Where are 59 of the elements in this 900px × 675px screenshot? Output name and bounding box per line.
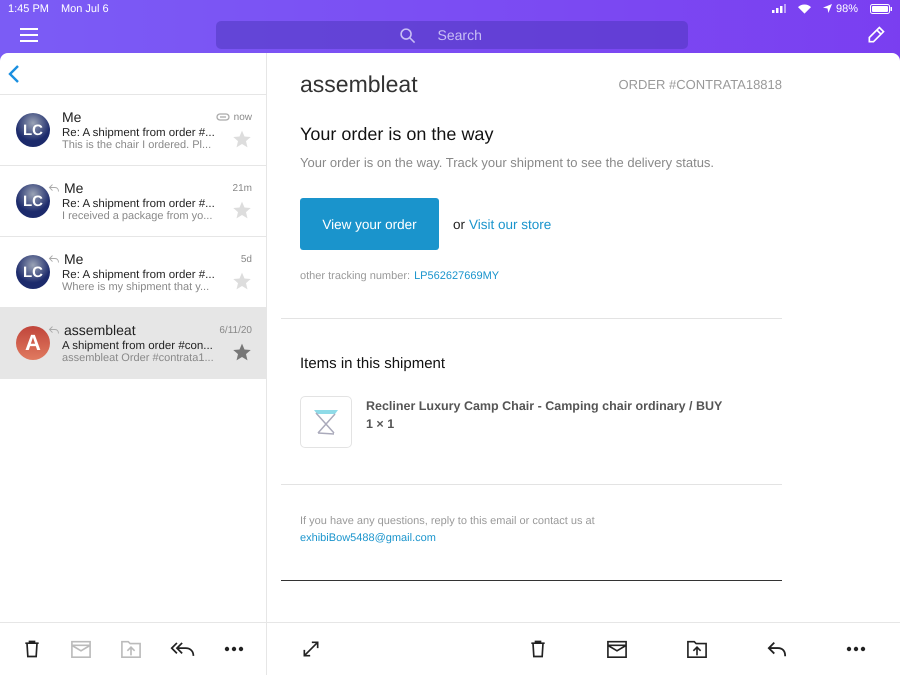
- star-icon[interactable]: [232, 342, 252, 362]
- signal-icon: [772, 4, 786, 13]
- battery-percent: 98%: [836, 2, 858, 14]
- footer-text: If you have any questions, reply to this email or contact us at: [300, 515, 596, 527]
- message-row[interactable]: A assembleat 6/11/20 A shipment from order #con... assembleat Order #contrata1...: [0, 308, 266, 379]
- order-number: ORDER #CONTRATA18818: [618, 77, 782, 92]
- expand-icon: [301, 639, 321, 659]
- message-subject: Re: A shipment from order #...: [62, 198, 216, 210]
- sender-name: Me: [64, 251, 84, 267]
- or-text: or: [453, 216, 466, 232]
- avatar: LC: [16, 113, 50, 147]
- message-preview: assembleat Order #contrata1...: [62, 352, 215, 364]
- reply-arrow-icon: [48, 254, 60, 264]
- status-time: 1:45 PM: [8, 2, 49, 14]
- more-icon: [846, 646, 866, 652]
- back-chevron-icon[interactable]: [8, 64, 20, 82]
- move-to-folder-icon: [686, 639, 708, 659]
- message-preview: I received a package from yo...: [62, 210, 214, 222]
- star-icon[interactable]: [232, 271, 252, 291]
- sender-name: Me: [64, 180, 84, 196]
- reply-arrow-icon: [48, 325, 60, 335]
- product-quantity: 1 × 1: [366, 416, 396, 433]
- tracking-label: other tracking number:: [300, 270, 410, 282]
- star-icon[interactable]: [232, 129, 252, 149]
- reply-icon: [766, 639, 788, 659]
- status-date: Mon Jul 6: [60, 2, 109, 14]
- search-icon: [398, 26, 416, 44]
- sender-name: Me: [62, 109, 82, 125]
- compose-icon[interactable]: [866, 25, 886, 45]
- message-preview: Where is my shipment that y...: [62, 281, 210, 293]
- sender-brand: assembleat: [300, 71, 418, 98]
- items-heading: Items in this shipment: [300, 355, 446, 372]
- archive-icon: [70, 639, 92, 659]
- message-time: 6/11/20: [219, 324, 252, 336]
- email-intro: Your order is on the way. Track your shipment to see the delivery status.: [300, 155, 716, 170]
- product-title: Recliner Luxury Camp Chair - Camping chair ordinary / BUY: [366, 398, 722, 415]
- location-icon: [822, 4, 832, 13]
- message-subject: Re: A shipment from order #...: [62, 127, 216, 139]
- email-heading: Your order is on the way: [300, 124, 494, 145]
- avatar: LC: [16, 255, 50, 289]
- more-icon: [224, 646, 244, 652]
- message-time: 5d: [240, 254, 252, 264]
- message-time: 21m: [232, 182, 252, 194]
- reply-arrow-icon: [48, 183, 60, 193]
- wifi-icon: [798, 4, 811, 14]
- menu-icon[interactable]: [20, 28, 38, 42]
- message-subject: Re: A shipment from order #...: [62, 269, 216, 281]
- search-field[interactable]: Search: [436, 26, 506, 44]
- star-icon[interactable]: [232, 200, 252, 220]
- search-bar[interactable]: Search: [216, 21, 688, 49]
- avatar: A: [16, 326, 50, 360]
- message-time: now: [234, 112, 252, 122]
- archive-icon: [606, 639, 628, 659]
- battery-icon: [870, 4, 892, 14]
- message-subject: A shipment from order #con...: [62, 340, 214, 352]
- sender-name: assembleat: [64, 322, 137, 338]
- avatar: LC: [16, 184, 50, 218]
- move-to-folder-icon: [120, 639, 142, 659]
- message-preview: This is the chair I ordered. Pl...: [62, 139, 212, 151]
